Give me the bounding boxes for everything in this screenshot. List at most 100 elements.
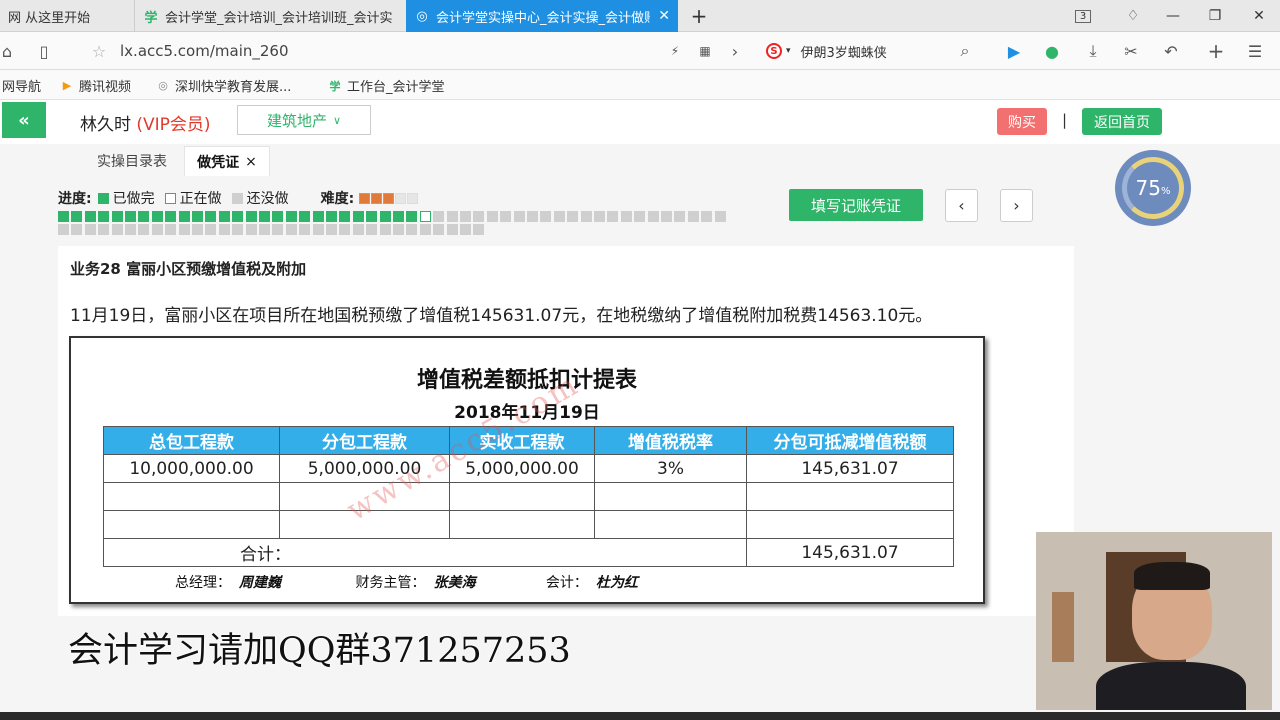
progress-cell[interactable]: [71, 211, 83, 222]
progress-cell[interactable]: [393, 224, 404, 235]
progress-cell[interactable]: [419, 224, 431, 235]
star-icon[interactable]: ☆: [88, 40, 110, 62]
progress-cell[interactable]: [433, 211, 445, 222]
buy-button[interactable]: 购买: [997, 108, 1047, 135]
search-icon[interactable]: ⌕: [954, 40, 976, 62]
progress-cell[interactable]: [460, 224, 471, 235]
progress-cell[interactable]: [379, 211, 391, 222]
download-icon[interactable]: ⤓: [1082, 40, 1104, 62]
bookmark-workbench[interactable]: 学 工作台_会计学堂: [328, 76, 445, 96]
progress-cell[interactable]: [218, 211, 230, 222]
progress-cell[interactable]: [285, 224, 297, 235]
video-play-icon[interactable]: ▶: [1003, 40, 1025, 62]
progress-cell[interactable]: [299, 224, 311, 235]
progress-cell[interactable]: [500, 211, 512, 222]
wechat-icon[interactable]: ●: [1041, 40, 1063, 62]
bookmark-shenzhen[interactable]: ◎ 深圳快学教育发展...: [156, 76, 291, 95]
progress-cell[interactable]: [339, 211, 351, 222]
close-tab-icon[interactable]: ✕: [658, 8, 670, 24]
tab-count-button[interactable]: 3: [1068, 0, 1098, 32]
progress-cell[interactable]: [232, 211, 244, 222]
progress-cell[interactable]: [178, 224, 190, 235]
write-voucher-button[interactable]: 填写记账凭证: [789, 189, 923, 221]
progress-cell[interactable]: [620, 211, 632, 222]
progress-cell[interactable]: [687, 211, 699, 222]
progress-cell[interactable]: [165, 211, 177, 222]
collapse-sidebar-button[interactable]: «: [2, 102, 46, 138]
close-icon[interactable]: ×: [245, 154, 257, 170]
progress-cell[interactable]: [299, 211, 311, 222]
progress-cell[interactable]: [151, 211, 163, 222]
progress-cell[interactable]: [352, 211, 364, 222]
progress-cell[interactable]: [84, 211, 96, 222]
progress-cell[interactable]: [151, 224, 163, 235]
progress-cell[interactable]: [473, 224, 485, 235]
progress-cell[interactable]: [460, 211, 471, 222]
close-window-button[interactable]: ✕: [1244, 0, 1274, 32]
restore-button[interactable]: ❐: [1200, 0, 1230, 32]
progress-cell[interactable]: [259, 224, 270, 235]
prev-button[interactable]: ‹: [945, 189, 978, 222]
progress-cell[interactable]: [218, 224, 230, 235]
progress-cell[interactable]: [98, 211, 110, 222]
progress-cell[interactable]: [540, 211, 552, 222]
progress-cell[interactable]: [84, 224, 96, 235]
progress-cell[interactable]: [714, 211, 726, 222]
next-button[interactable]: ›: [1000, 189, 1033, 222]
shirt-icon[interactable]: ♢: [1118, 0, 1148, 32]
progress-cell[interactable]: [192, 211, 203, 222]
progress-cell[interactable]: [98, 224, 110, 235]
progress-cell[interactable]: [446, 211, 458, 222]
progress-cell[interactable]: [326, 224, 337, 235]
progress-cell[interactable]: [111, 211, 123, 222]
progress-cell[interactable]: [125, 224, 136, 235]
progress-cell[interactable]: [205, 224, 217, 235]
progress-cell[interactable]: [192, 224, 203, 235]
back-home-button[interactable]: 返回首页: [1082, 108, 1162, 135]
progress-cell[interactable]: [406, 211, 418, 222]
progress-cell[interactable]: [58, 211, 69, 222]
progress-cell[interactable]: [312, 211, 324, 222]
progress-cell[interactable]: [446, 224, 458, 235]
progress-cell[interactable]: [513, 211, 525, 222]
progress-cell[interactable]: [473, 211, 485, 222]
progress-cell[interactable]: [272, 211, 284, 222]
browser-tab-home[interactable]: 网 从这里开始: [0, 0, 132, 32]
url-field[interactable]: lx.acc5.com/main_260: [120, 42, 289, 60]
minimize-button[interactable]: —: [1158, 0, 1188, 32]
progress-cell[interactable]: [285, 211, 297, 222]
progress-cell[interactable]: [661, 211, 672, 222]
progress-cell[interactable]: [580, 211, 592, 222]
new-tab-button[interactable]: +: [684, 0, 714, 32]
progress-cell[interactable]: [567, 211, 579, 222]
progress-cell[interactable]: [393, 211, 404, 222]
progress-cell[interactable]: [379, 224, 391, 235]
progress-cell[interactable]: [165, 224, 177, 235]
progress-cell[interactable]: [607, 211, 619, 222]
progress-cell[interactable]: [647, 211, 659, 222]
progress-cell[interactable]: [326, 211, 337, 222]
tab-make-voucher[interactable]: 做凭证 ×: [184, 146, 270, 176]
progress-cell[interactable]: [366, 224, 378, 235]
progress-cell[interactable]: [58, 224, 69, 235]
progress-cell[interactable]: [634, 211, 646, 222]
progress-cell[interactable]: [701, 211, 713, 222]
bookmark-tencent-video[interactable]: ▶ 腾讯视频: [60, 76, 131, 95]
browser-tab-kuaiji[interactable]: 学 会计学堂_会计培训_会计培训班_会计实: [134, 0, 404, 32]
progress-cell[interactable]: [419, 211, 431, 222]
progress-cell[interactable]: [125, 211, 136, 222]
progress-cell[interactable]: [674, 211, 686, 222]
progress-cell[interactable]: [312, 224, 324, 235]
progress-cell[interactable]: [433, 224, 445, 235]
progress-cell[interactable]: [245, 224, 257, 235]
lightning-icon[interactable]: ⚡: [664, 40, 686, 62]
progress-cell[interactable]: [553, 211, 565, 222]
progress-cell[interactable]: [138, 211, 150, 222]
category-dropdown[interactable]: 建筑地产 ∨: [237, 105, 371, 135]
chevron-right-icon[interactable]: ›: [724, 40, 746, 62]
progress-cell[interactable]: [272, 224, 284, 235]
bookmark-nav[interactable]: 网导航: [2, 76, 41, 95]
progress-cell[interactable]: [259, 211, 270, 222]
tab-catalog[interactable]: 实操目录表: [82, 146, 182, 176]
progress-cell[interactable]: [205, 211, 217, 222]
